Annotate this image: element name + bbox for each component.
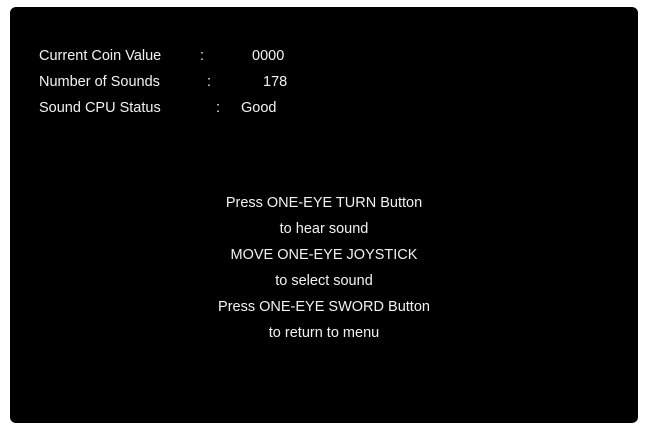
coin-value-row: Current Coin Value : 0000 — [39, 46, 284, 66]
sound-cpu-status-label: Sound CPU Status — [39, 100, 161, 116]
coin-value-label: Current Coin Value — [39, 48, 162, 64]
instruction-line-joystick: MOVE ONE-EYE JOYSTICK — [230, 247, 418, 263]
number-of-sounds-value: 178 — [263, 74, 288, 90]
number-of-sounds-label: Number of Sounds — [39, 74, 160, 90]
instruction-line-hear-sound: to hear sound — [279, 221, 369, 237]
number-of-sounds-separator: : — [207, 74, 212, 90]
sound-test-screen: Current Coin Value : 0000 Number of Soun… — [10, 7, 638, 423]
sound-cpu-status-row: Sound CPU Status : Good — [39, 98, 276, 118]
number-of-sounds-row: Number of Sounds : 178 — [39, 72, 287, 92]
sound-cpu-status-separator: : — [216, 100, 221, 116]
instruction-line-sword-button: Press ONE-EYE SWORD Button — [218, 299, 430, 315]
instruction-line-turn-button: Press ONE-EYE TURN Button — [225, 195, 423, 211]
instruction-line-return-menu: to return to menu — [268, 325, 380, 341]
coin-value-separator: : — [200, 48, 205, 64]
coin-value: 0000 — [252, 48, 285, 64]
instruction-line-select-sound: to select sound — [275, 273, 373, 289]
sound-cpu-status-value: Good — [241, 100, 277, 116]
